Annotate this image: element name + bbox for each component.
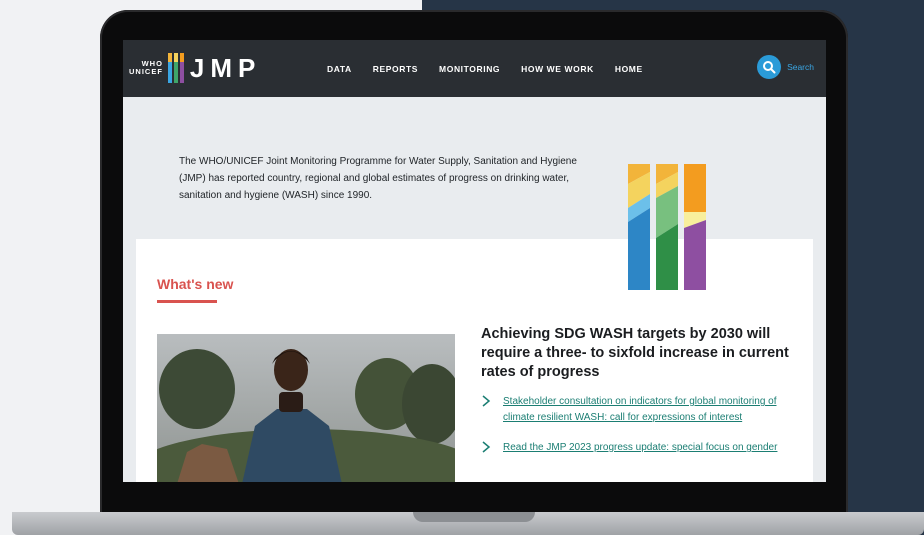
site-header: WHO UNICEF JMP DATA REPORTS MONITORING H…	[123, 40, 826, 97]
laptop-notch	[413, 512, 535, 522]
nav-monitoring[interactable]: MONITORING	[439, 64, 500, 74]
jmp-wordmark: JMP	[189, 52, 262, 83]
news-item-1[interactable]: Stakeholder consultation on indicators f…	[481, 394, 798, 426]
jmp-logo[interactable]: WHO UNICEF JMP	[129, 50, 261, 86]
news-item-2[interactable]: Read the JMP 2023 progress update: speci…	[481, 440, 798, 457]
search-label[interactable]: Search	[787, 62, 814, 72]
nav-data[interactable]: DATA	[327, 64, 352, 74]
chevron-right-icon	[481, 440, 493, 457]
headline-link[interactable]: Achieving SDG WASH targets by 2030 will …	[481, 325, 801, 382]
search-icon[interactable]	[757, 55, 782, 79]
news-link-2[interactable]: Read the JMP 2023 progress update: speci…	[503, 440, 798, 457]
news-link-1[interactable]: Stakeholder consultation on indicators f…	[503, 394, 798, 426]
whats-new-heading: What's new	[157, 276, 234, 292]
featured-photo[interactable]	[157, 334, 455, 482]
who-unicef-wordmark: WHO UNICEF	[129, 59, 163, 76]
intro-text: The WHO/UNICEF Joint Monitoring Programm…	[179, 156, 577, 201]
jmp-bars-logo-icon	[628, 164, 708, 295]
search-button[interactable]: Search	[757, 55, 814, 79]
whats-new-section: What's new Achieving SDG WASH targets by…	[136, 239, 813, 482]
nav-home[interactable]: HOME	[615, 64, 643, 74]
main-nav: DATA REPORTS MONITORING HOW WE WORK HOME	[327, 40, 643, 97]
chevron-right-icon	[481, 394, 493, 426]
nav-reports[interactable]: REPORTS	[373, 64, 418, 74]
heading-underline	[157, 300, 217, 303]
laptop-screen: WHO UNICEF JMP DATA REPORTS MONITORING H…	[123, 40, 826, 482]
nav-how-we-work[interactable]: HOW WE WORK	[521, 64, 594, 74]
jmp-bars-logo-icon	[167, 53, 184, 83]
